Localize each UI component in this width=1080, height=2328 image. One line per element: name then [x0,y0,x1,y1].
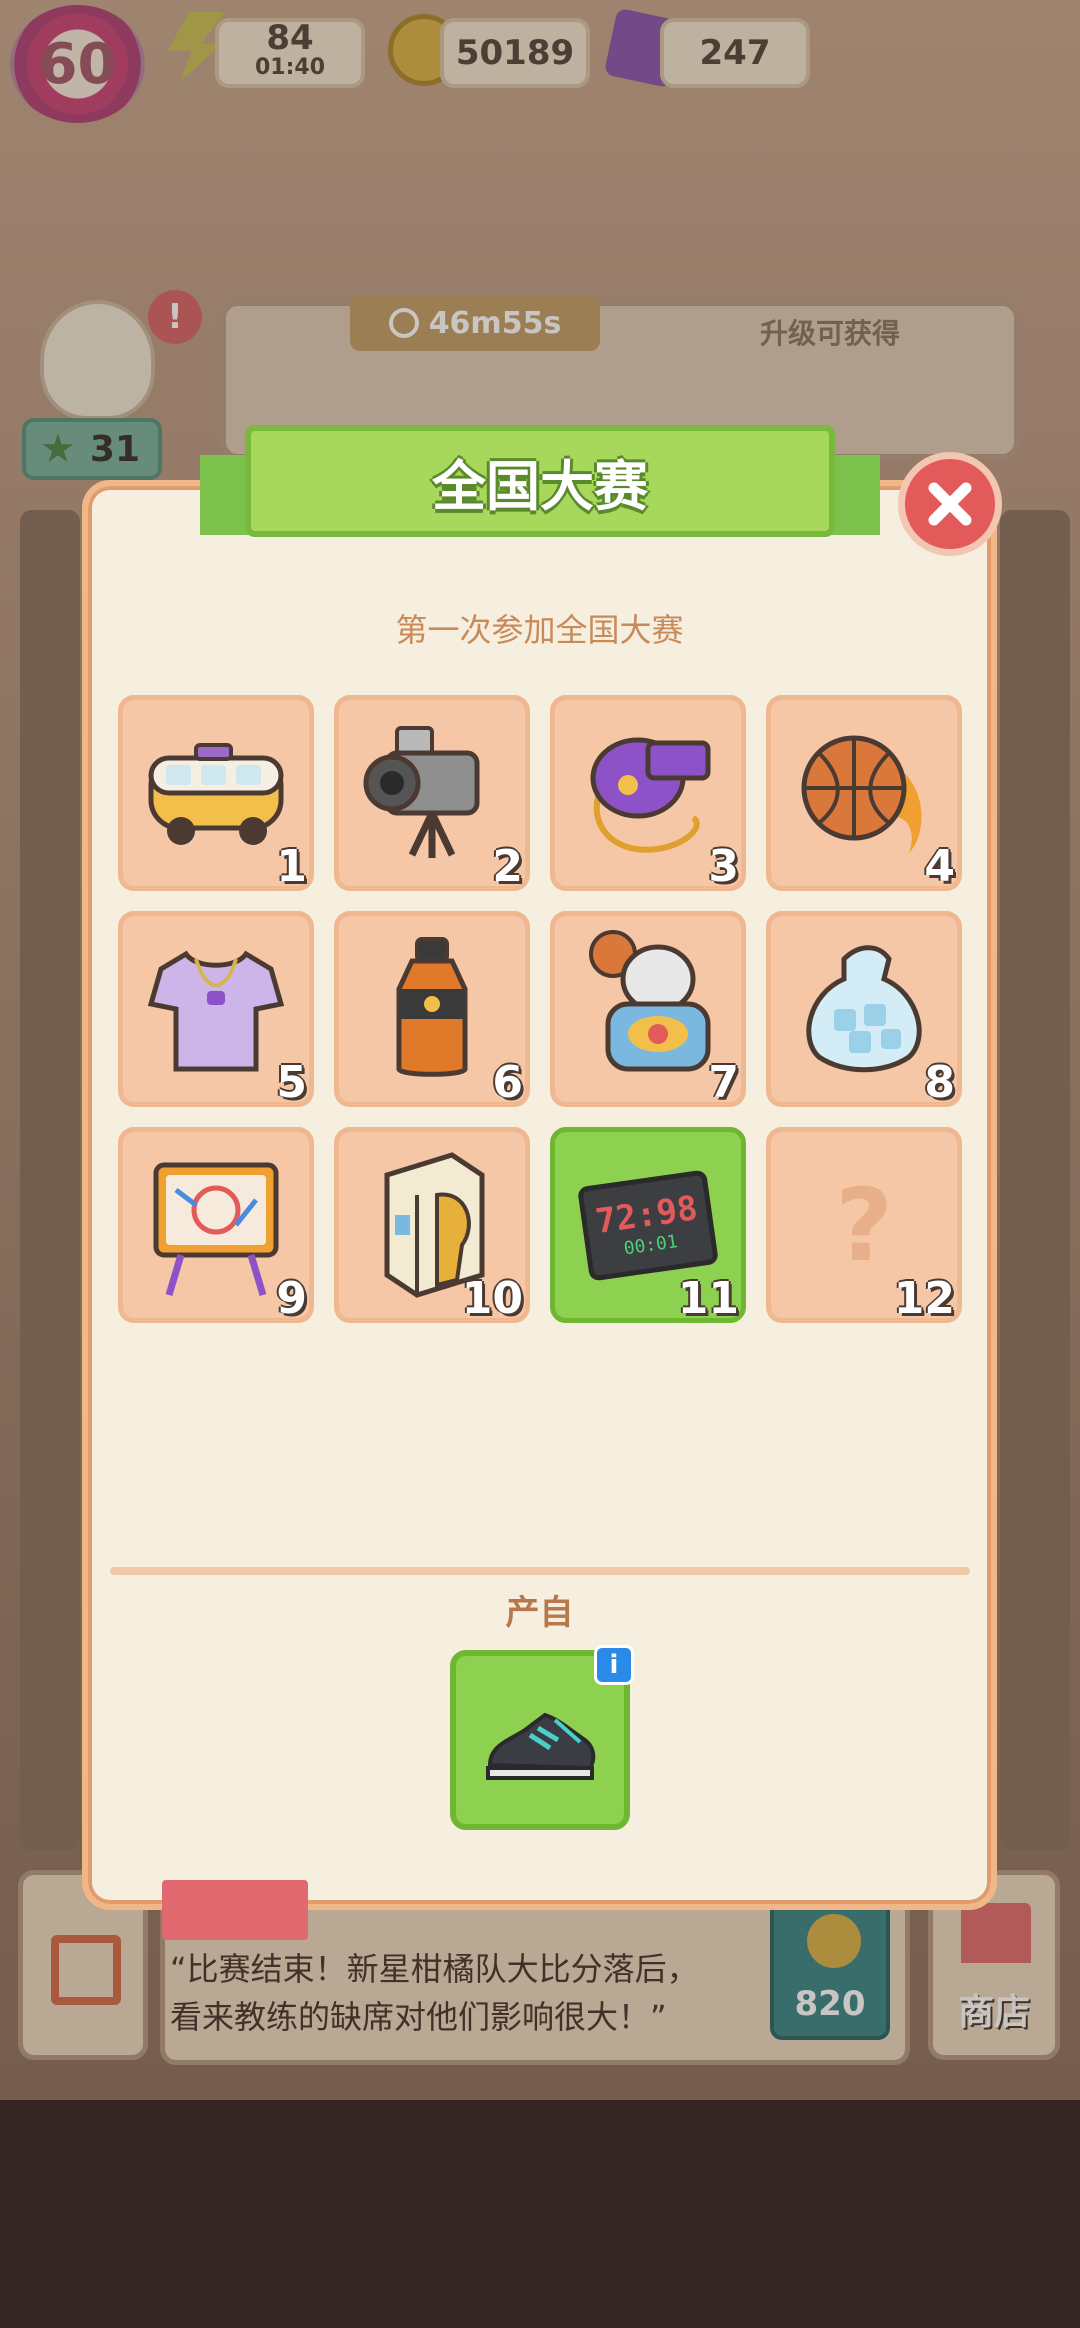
collection-item-5[interactable]: 5 [118,911,314,1108]
item-number: 11 [677,1273,739,1324]
item-number: 12 [893,1273,955,1324]
item-number: 5 [276,1057,307,1108]
mascot-figure-icon [589,930,711,1072]
collection-item-3[interactable]: 3 [550,695,746,892]
collection-item-8[interactable]: 8 [766,911,962,1108]
ice-bag-icon [806,945,922,1073]
modal-title: 全国大赛 [432,454,648,518]
info-icon[interactable]: i [594,1645,634,1685]
scoreboard-score: 72:98 [593,1187,700,1242]
video-camera-icon [363,726,480,858]
close-icon [928,482,972,526]
item-number: 2 [492,841,523,892]
item-number: 10 [461,1273,523,1324]
fire-basketball-icon [801,735,922,853]
sports-drink-icon [396,937,468,1077]
close-button[interactable] [898,452,1002,556]
item-number: 3 [708,841,739,892]
question-mark-icon: ? [834,1166,893,1284]
source-label: 产自 [505,1593,574,1633]
jersey-shirt-icon [147,950,285,1072]
collection-grid: 1 2 3 4 5 6 7 8 9 10 72:98 00:01 11 ? 12 [118,695,964,1325]
whistle-icon [590,737,711,853]
item-number: 4 [924,841,955,892]
bus-icon [148,743,284,845]
collection-item-1[interactable]: 1 [118,695,314,892]
collection-item-12[interactable]: ? 12 [766,1127,962,1324]
item-number: 8 [924,1057,955,1108]
item-number: 9 [276,1273,307,1324]
item-number: 1 [276,841,307,892]
ribbon-banner: 全国大赛 [245,425,835,537]
section-divider [110,1567,970,1575]
collection-item-11[interactable]: 72:98 00:01 11 [550,1127,746,1324]
item-number: 6 [492,1057,523,1108]
info-badge-text: i [609,1650,619,1680]
collection-item-9[interactable]: 9 [118,1127,314,1324]
title-ribbon: 全国大赛 [200,425,880,553]
modal-subtitle: 第一次参加全国大赛 [395,611,684,649]
scoreboard-icon: 72:98 00:01 [577,1168,719,1282]
collection-item-10[interactable]: 10 [334,1127,530,1324]
collection-item-7[interactable]: 7 [550,911,746,1108]
collection-item-6[interactable]: 6 [334,911,530,1108]
collection-item-2[interactable]: 2 [334,695,530,892]
item-number: 7 [708,1057,739,1108]
tactics-board-icon [153,1162,279,1297]
ribbon-bookmark [162,1880,308,1940]
collection-item-4[interactable]: 4 [766,695,962,892]
sneaker-icon [486,1712,596,1780]
